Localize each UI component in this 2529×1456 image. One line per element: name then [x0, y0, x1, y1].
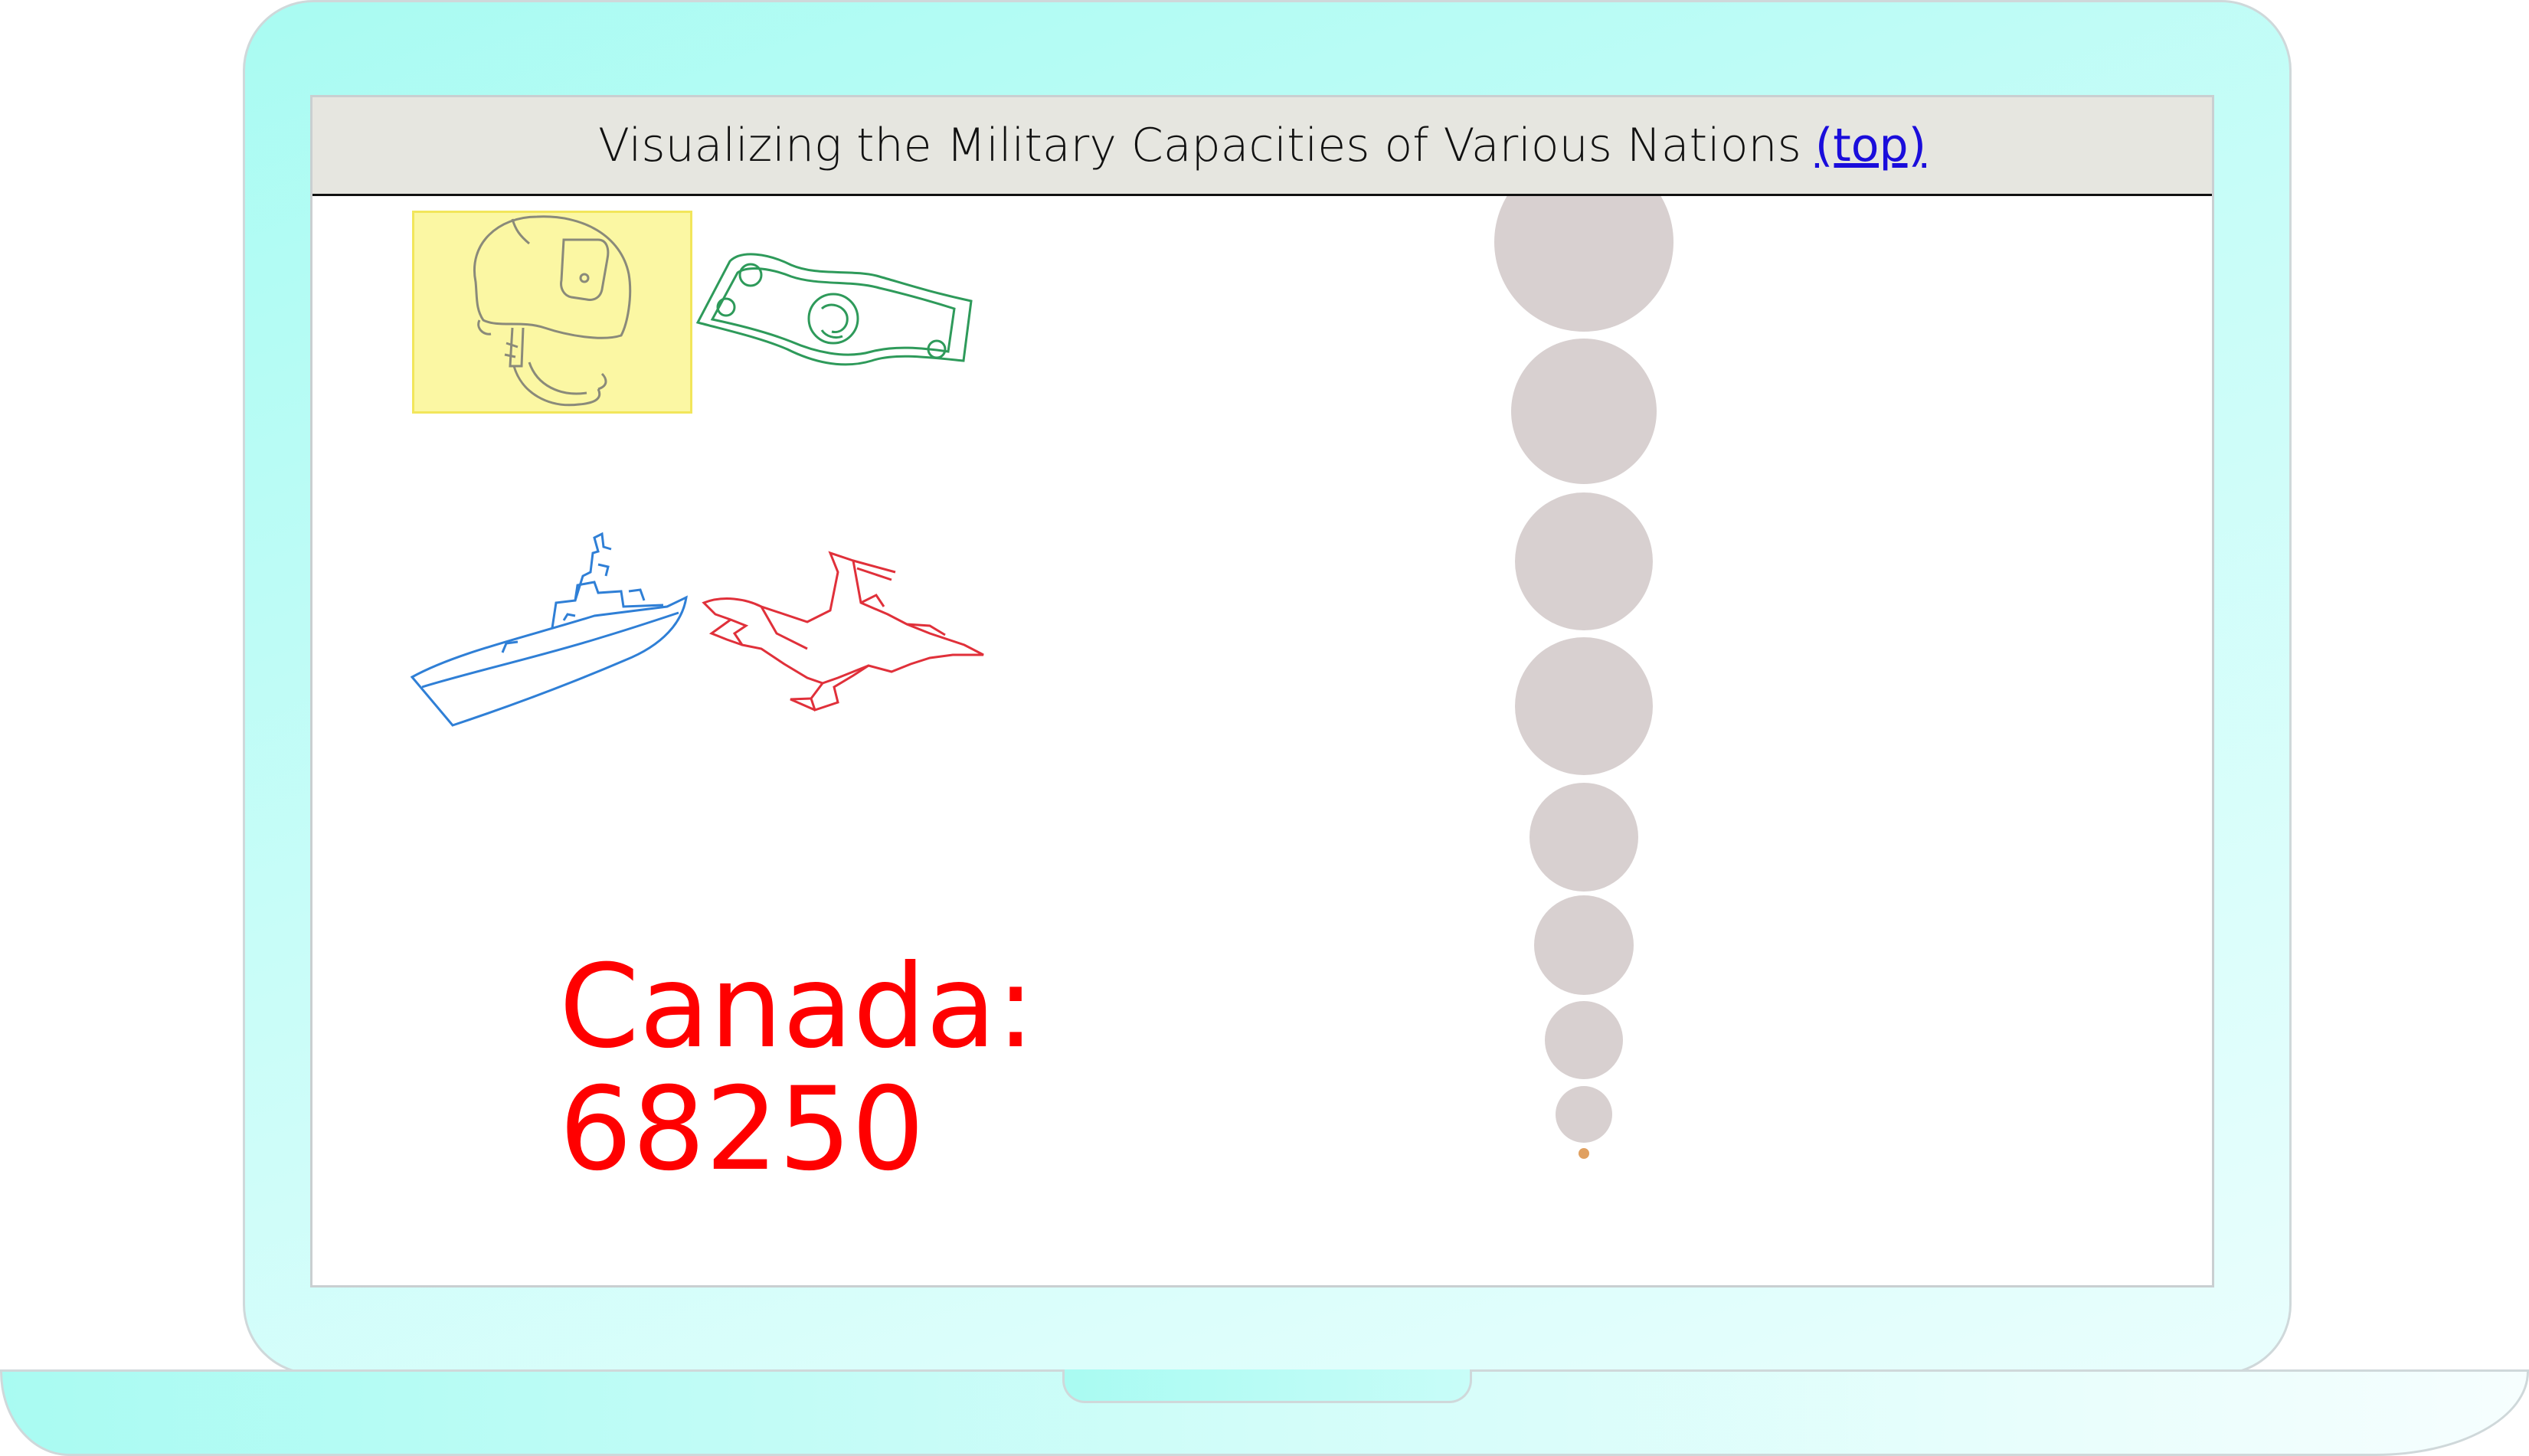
fighter-jet-icon — [702, 551, 984, 712]
page-title: Visualizing the Military Capacities of V… — [598, 119, 1801, 172]
money-icon — [695, 253, 973, 366]
warship-icon-button[interactable] — [410, 530, 702, 737]
money-icon-button[interactable] — [695, 246, 986, 384]
country-bubble[interactable] — [1494, 152, 1673, 332]
country-bubble[interactable] — [1530, 783, 1638, 892]
country-bubble[interactable] — [1515, 492, 1653, 630]
laptop-notch — [1062, 1369, 1472, 1403]
country-bubble[interactable] — [1579, 1148, 1589, 1159]
selected-country-readout: Canada: 68250 — [559, 946, 1248, 1191]
helmet-icon-button[interactable] — [412, 211, 692, 414]
bubble-chart — [1461, 152, 1706, 1268]
country-bubble[interactable] — [1545, 1001, 1623, 1079]
bubble-chart-svg — [1494, 152, 1673, 1159]
fighter-jet-icon-button[interactable] — [700, 549, 991, 718]
country-bubble[interactable] — [1534, 895, 1634, 995]
title-bar: Visualizing the Military Capacities of V… — [312, 97, 2212, 196]
country-bubble[interactable] — [1556, 1086, 1612, 1143]
country-bubble[interactable] — [1515, 637, 1653, 775]
warship-icon — [410, 532, 688, 727]
laptop-screen: Visualizing the Military Capacities of V… — [310, 95, 2214, 1287]
top-link[interactable]: (top) — [1815, 119, 1926, 172]
country-value: 68250 — [559, 1063, 925, 1196]
helmet-icon — [473, 215, 632, 407]
country-bubble[interactable] — [1511, 339, 1657, 484]
country-name: Canada: — [559, 941, 1035, 1074]
